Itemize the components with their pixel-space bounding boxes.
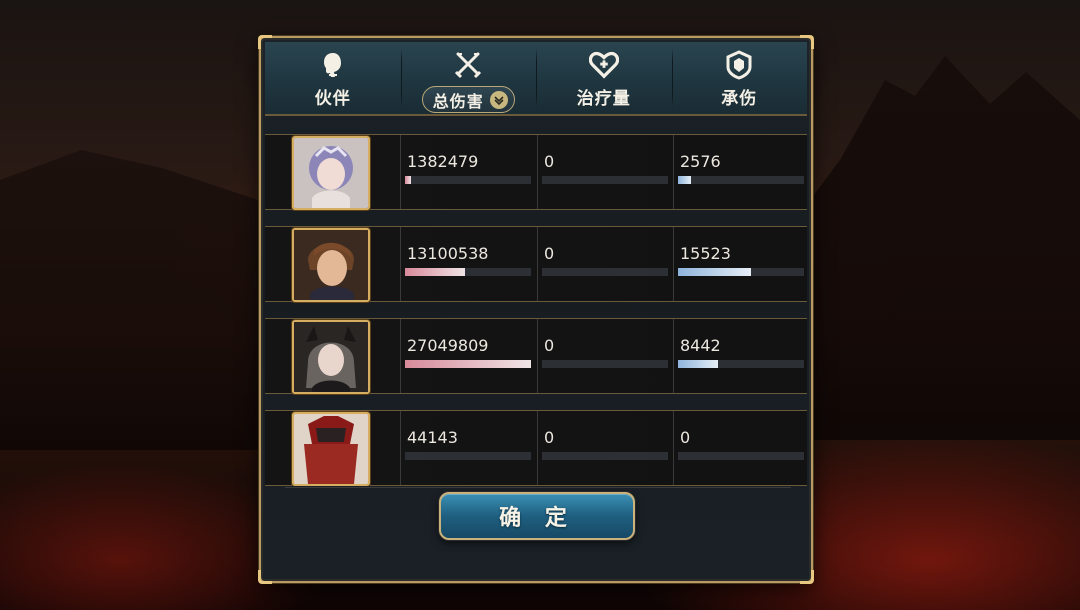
- damage-bar: [405, 268, 531, 276]
- healing-value: 0: [544, 428, 555, 447]
- damage-taken-cell: 15523: [673, 227, 807, 301]
- tab-healing-label: 治疗量: [576, 89, 631, 109]
- damage-cell: 44143: [400, 411, 536, 485]
- chevron-down-icon: [489, 90, 508, 109]
- character-stats-list[interactable]: 1382479 0 2576 13100538 0 15523 27049809…: [265, 134, 807, 486]
- damage-taken-bar: [678, 360, 804, 368]
- tab-damage-taken-label: 承伤: [721, 89, 758, 109]
- tab-healing[interactable]: 治疗量: [536, 42, 672, 114]
- damage-cell: 1382479: [400, 135, 536, 209]
- damage-taken-bar: [678, 268, 804, 276]
- healing-bar: [542, 268, 668, 276]
- damage-taken-value: 2576: [680, 152, 721, 171]
- damage-bar: [405, 452, 531, 460]
- damage-taken-cell: 8442: [673, 319, 807, 393]
- damage-bar-fill: [405, 268, 466, 276]
- list-bottom-divider: [285, 487, 791, 488]
- character-portrait[interactable]: [292, 320, 370, 394]
- healing-cell: 0: [537, 319, 673, 393]
- background-mountain: [780, 56, 1080, 440]
- healing-bar: [542, 176, 668, 184]
- damage-taken-value: 15523: [680, 244, 731, 263]
- damage-value: 13100538: [407, 244, 489, 263]
- healing-bar: [542, 360, 668, 368]
- heart-plus-icon: [588, 50, 619, 80]
- stats-tab-bar: 伙伴 总伤害 治疗量 承伤: [265, 42, 807, 116]
- tab-partner[interactable]: 伙伴: [265, 42, 401, 114]
- healing-value: 0: [544, 244, 555, 263]
- confirm-button[interactable]: 确 定: [439, 492, 635, 540]
- character-portrait[interactable]: [292, 136, 370, 210]
- damage-bar: [405, 360, 531, 368]
- character-row: 44143 0 0: [265, 410, 807, 486]
- tab-partner-label: 伙伴: [314, 89, 351, 109]
- damage-value: 44143: [407, 428, 458, 447]
- damage-taken-cell: 2576: [673, 135, 807, 209]
- damage-taken-bar-fill: [678, 360, 719, 368]
- damage-taken-value: 0: [680, 428, 691, 447]
- damage-value: 1382479: [407, 152, 479, 171]
- frame-corner: [258, 570, 272, 584]
- character-portrait[interactable]: [292, 228, 370, 302]
- damage-cell: 27049809: [400, 319, 536, 393]
- damage-taken-bar-fill: [678, 268, 752, 276]
- damage-taken-cell: 0: [673, 411, 807, 485]
- character-row: 13100538 0 15523: [265, 226, 807, 302]
- confirm-button-label: 确 定: [499, 505, 575, 531]
- damage-bar-fill: [405, 176, 412, 184]
- damage-taken-bar: [678, 176, 804, 184]
- frame-corner: [800, 570, 814, 584]
- damage-taken-bar: [678, 452, 804, 460]
- healing-cell: 0: [537, 227, 673, 301]
- tab-damage[interactable]: 总伤害: [400, 42, 537, 114]
- tab-damage-taken[interactable]: 承伤: [671, 42, 808, 114]
- background-hill: [0, 150, 270, 450]
- damage-cell: 13100538: [400, 227, 536, 301]
- damage-value: 27049809: [407, 336, 489, 355]
- damage-taken-bar-fill: [678, 176, 691, 184]
- head-silhouette-icon: [318, 50, 348, 80]
- tab-damage-label: 总伤害: [432, 91, 484, 111]
- shield-icon: [724, 50, 754, 80]
- crossed-swords-icon: [453, 50, 483, 80]
- healing-cell: 0: [537, 135, 673, 209]
- character-portrait[interactable]: [292, 412, 370, 486]
- damage-bar: [405, 176, 531, 184]
- character-row: 27049809 0 8442: [265, 318, 807, 394]
- damage-bar-fill: [405, 360, 531, 368]
- battle-stats-panel: 伙伴 总伤害 治疗量 承伤 1382479 0 2576 13100538 0 …: [258, 35, 814, 584]
- healing-bar: [542, 452, 668, 460]
- healing-value: 0: [544, 152, 555, 171]
- character-row: 1382479 0 2576: [265, 134, 807, 210]
- healing-value: 0: [544, 336, 555, 355]
- healing-cell: 0: [537, 411, 673, 485]
- damage-taken-value: 8442: [680, 336, 721, 355]
- damage-type-dropdown[interactable]: 总伤害: [421, 86, 515, 113]
